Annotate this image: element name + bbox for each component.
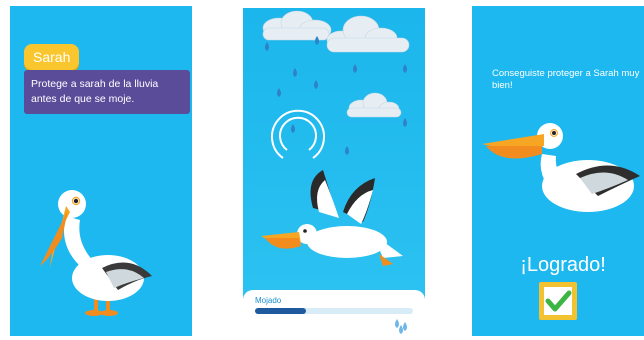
wetness-bar-track [255, 308, 413, 314]
success-title: ¡Logrado! [520, 254, 606, 276]
cloud-icon [262, 10, 332, 41]
gameplay-scene [261, 10, 410, 266]
screen-success: Conseguiste proteger a Sarah muy bien! ¡… [472, 6, 644, 336]
raindrop-icon [265, 36, 407, 155]
success-badge [539, 282, 577, 320]
shield-ring-icon [271, 109, 325, 159]
screen-gameplay: Mojado [243, 8, 425, 334]
checkbox-frame [544, 287, 572, 315]
raindrops-icon [395, 319, 407, 334]
cloud-icon [326, 15, 410, 53]
wetness-meter: Mojado [243, 290, 425, 334]
pelican-flying-icon [261, 170, 403, 266]
pelican-standing-icon [40, 190, 152, 316]
checkmark-icon [545, 290, 572, 312]
cloud-icon [346, 92, 402, 118]
wetness-label: Mojado [255, 296, 282, 305]
screen-intro: Sarah Protege a sarah de la lluvia antes… [10, 6, 192, 336]
wetness-bar-fill [255, 308, 306, 314]
